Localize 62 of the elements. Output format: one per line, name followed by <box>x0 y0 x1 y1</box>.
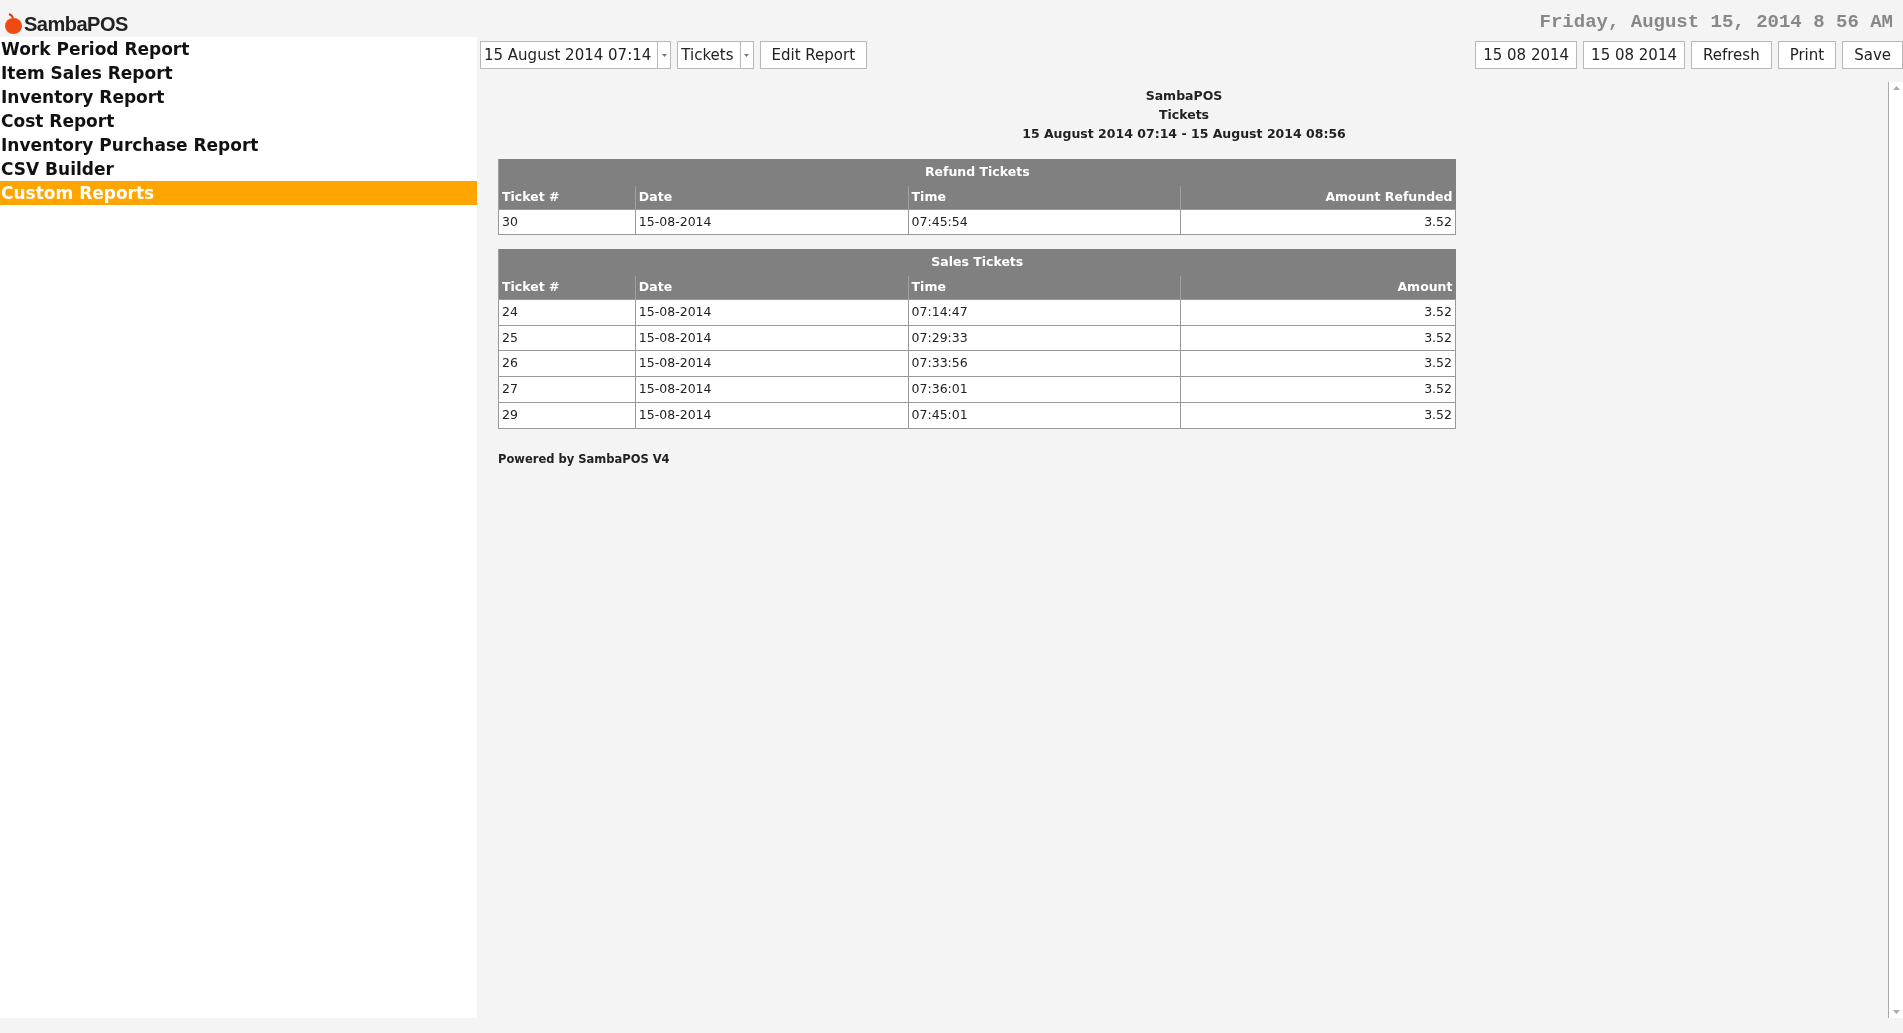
table-cell: 3.52 <box>1180 376 1456 403</box>
report-heading: SambaPOS <box>1144 87 1224 105</box>
table-cell: 07:45:01 <box>908 402 1181 428</box>
toolbar-button[interactable]: Save <box>1842 41 1903 69</box>
report-dropdown[interactable]: Tickets <box>677 41 754 69</box>
table-cell: 3.52 <box>1180 209 1456 235</box>
table-cell: 25 <box>498 325 636 351</box>
scrollbar[interactable] <box>1888 82 1903 1018</box>
footer-text: Powered by SambaPOS V4 <box>498 450 671 468</box>
report-heading: Tickets <box>1157 106 1211 124</box>
table-cell: 29 <box>498 402 636 428</box>
toolbar-button[interactable]: Refresh <box>1691 41 1772 69</box>
table-cell: 07:36:01 <box>908 376 1181 403</box>
table-cell: 15-08-2014 <box>635 402 909 428</box>
scroll-up-icon[interactable] <box>1892 86 1900 90</box>
scroll-down-icon[interactable] <box>1892 1010 1900 1014</box>
logo-text: SambaPOS <box>24 14 128 34</box>
table-cell: 24 <box>498 299 636 325</box>
sidebar-item[interactable]: Inventory Purchase Report <box>0 133 477 157</box>
table-title: Sales Tickets <box>498 249 1456 276</box>
table-cell: 30 <box>498 209 636 235</box>
table-cell: 07:29:33 <box>908 325 1181 351</box>
table-cell: 15-08-2014 <box>635 376 909 403</box>
column-header: Date <box>635 276 909 300</box>
column-header: Ticket # <box>498 276 636 300</box>
caret-icon <box>744 53 749 57</box>
table-cell: 3.52 <box>1180 299 1456 325</box>
column-header: Amount <box>1180 276 1456 300</box>
start-date-field[interactable]: 15 08 2014 <box>1475 41 1578 69</box>
column-header: Time <box>908 276 1181 300</box>
report-heading: 15 August 2014 07:14 - 15 August 2014 08:56 <box>1021 125 1347 143</box>
end-date-field[interactable]: 15 08 2014 <box>1583 41 1685 69</box>
caret-icon <box>661 53 667 57</box>
table-cell: 3.52 <box>1180 350 1456 377</box>
sidebar-item[interactable]: Inventory Report <box>0 85 477 109</box>
table-cell: 15-08-2014 <box>635 209 909 235</box>
toolbar-button[interactable]: Edit Report <box>759 41 868 69</box>
table-cell: 15-08-2014 <box>635 325 909 351</box>
table-cell: 26 <box>498 350 636 377</box>
table-cell: 27 <box>498 376 636 403</box>
sidebar-item[interactable]: CSV Builder <box>0 157 477 181</box>
column-header: Time <box>908 185 1181 209</box>
table-title: Refund Tickets <box>498 159 1456 186</box>
table-cell: 15-08-2014 <box>635 350 909 377</box>
table-cell: 07:33:56 <box>908 350 1181 377</box>
sidebar-item[interactable]: Work Period Report <box>0 37 477 61</box>
column-header: Ticket # <box>498 185 636 209</box>
period-dropdown[interactable]: 15 August 2014 07:14 <box>480 41 672 69</box>
table-cell: 07:45:54 <box>908 209 1181 235</box>
dropdown-value: Tickets <box>681 44 734 66</box>
table-cell: 3.52 <box>1180 402 1456 428</box>
toolbar-button[interactable]: Print <box>1777 41 1837 69</box>
table-cell: 3.52 <box>1180 325 1456 351</box>
sidebar-item[interactable]: Cost Report <box>0 109 477 133</box>
apple-logo-icon <box>4 12 23 34</box>
table-cell: 15-08-2014 <box>635 299 909 325</box>
column-header: Date <box>635 185 909 209</box>
column-header: Amount Refunded <box>1180 185 1456 209</box>
sidebar-item[interactable]: Item Sales Report <box>0 61 477 85</box>
clock-text: Friday, August 15, 2014 8 56 AM <box>1539 10 1893 35</box>
table-cell: 07:14:47 <box>908 299 1181 325</box>
dropdown-value: 15 August 2014 07:14 <box>484 44 652 66</box>
